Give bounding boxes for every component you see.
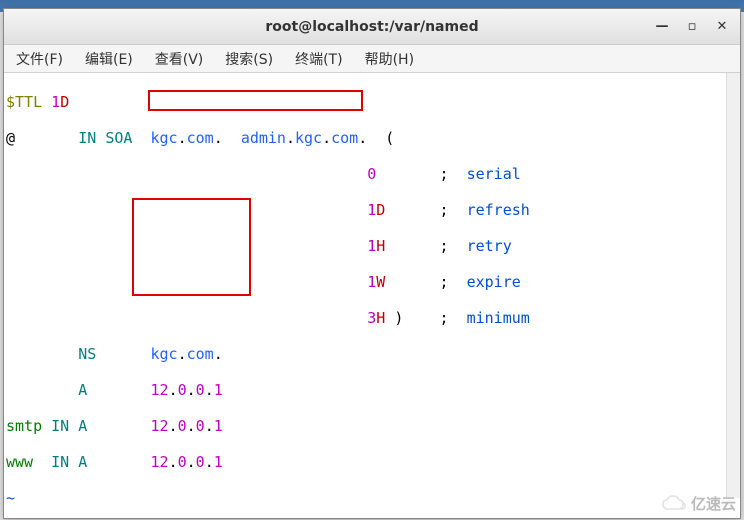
host-www: www [6, 453, 33, 471]
retry-label: retry [458, 237, 512, 255]
close-button[interactable]: ✕ [710, 17, 734, 37]
ip-1-o1: 12 [151, 381, 169, 399]
soa-primary-p1: kgc [151, 129, 178, 147]
type-a-1: A [78, 381, 87, 399]
type-soa: SOA [105, 129, 150, 147]
serial-label: serial [458, 165, 521, 183]
retry-value: 1 [367, 237, 376, 255]
ttl-directive: $TTL [6, 93, 51, 111]
menu-file[interactable]: 文件(F) [10, 47, 69, 71]
titlebar[interactable]: root@localhost:/var/named — ▫ ✕ [4, 9, 740, 45]
type-a-2: A [78, 417, 87, 435]
menu-edit[interactable]: 编辑(E) [79, 47, 139, 71]
type-a-3: A [78, 453, 87, 471]
menu-help[interactable]: 帮助(H) [359, 47, 420, 71]
watermark-text: 亿速云 [691, 493, 736, 514]
serial-value: 0 [367, 165, 376, 183]
cloud-icon [661, 495, 687, 513]
menu-terminal[interactable]: 终端(T) [289, 47, 348, 71]
ttl-unit: D [60, 93, 69, 111]
minimum-label: minimum [458, 309, 530, 327]
window-controls: — ▫ ✕ [650, 17, 734, 37]
host-smtp: smtp [6, 417, 42, 435]
menu-search[interactable]: 搜索(S) [219, 47, 279, 71]
minimize-button[interactable]: — [650, 17, 674, 37]
origin-at: @ [6, 129, 15, 147]
window-title: root@localhost:/var/named [265, 19, 478, 35]
terminal-window: root@localhost:/var/named — ▫ ✕ 文件(F) 编辑… [3, 8, 741, 519]
menubar: 文件(F) 编辑(E) 查看(V) 搜索(S) 终端(T) 帮助(H) [4, 45, 740, 73]
ns-target-p1: kgc [151, 345, 178, 363]
class-in: IN [78, 129, 105, 147]
watermark: 亿速云 [661, 493, 736, 514]
ttl-value: 1 [51, 93, 60, 111]
terminal-content[interactable]: $TTL 1D @ IN SOA kgc.com. admin.kgc.com.… [4, 73, 740, 518]
expire-value: 1 [367, 273, 376, 291]
minimum-value: 3 [367, 309, 376, 327]
soa-mail-p1: admin [241, 129, 286, 147]
maximize-button[interactable]: ▫ [680, 17, 704, 37]
type-ns: NS [78, 345, 96, 363]
refresh-label: refresh [458, 201, 530, 219]
scrollbar[interactable] [726, 73, 740, 498]
refresh-value: 1 [367, 201, 376, 219]
menu-view[interactable]: 查看(V) [149, 47, 210, 71]
expire-label: expire [458, 273, 521, 291]
vim-tilde: ~ [6, 489, 738, 507]
